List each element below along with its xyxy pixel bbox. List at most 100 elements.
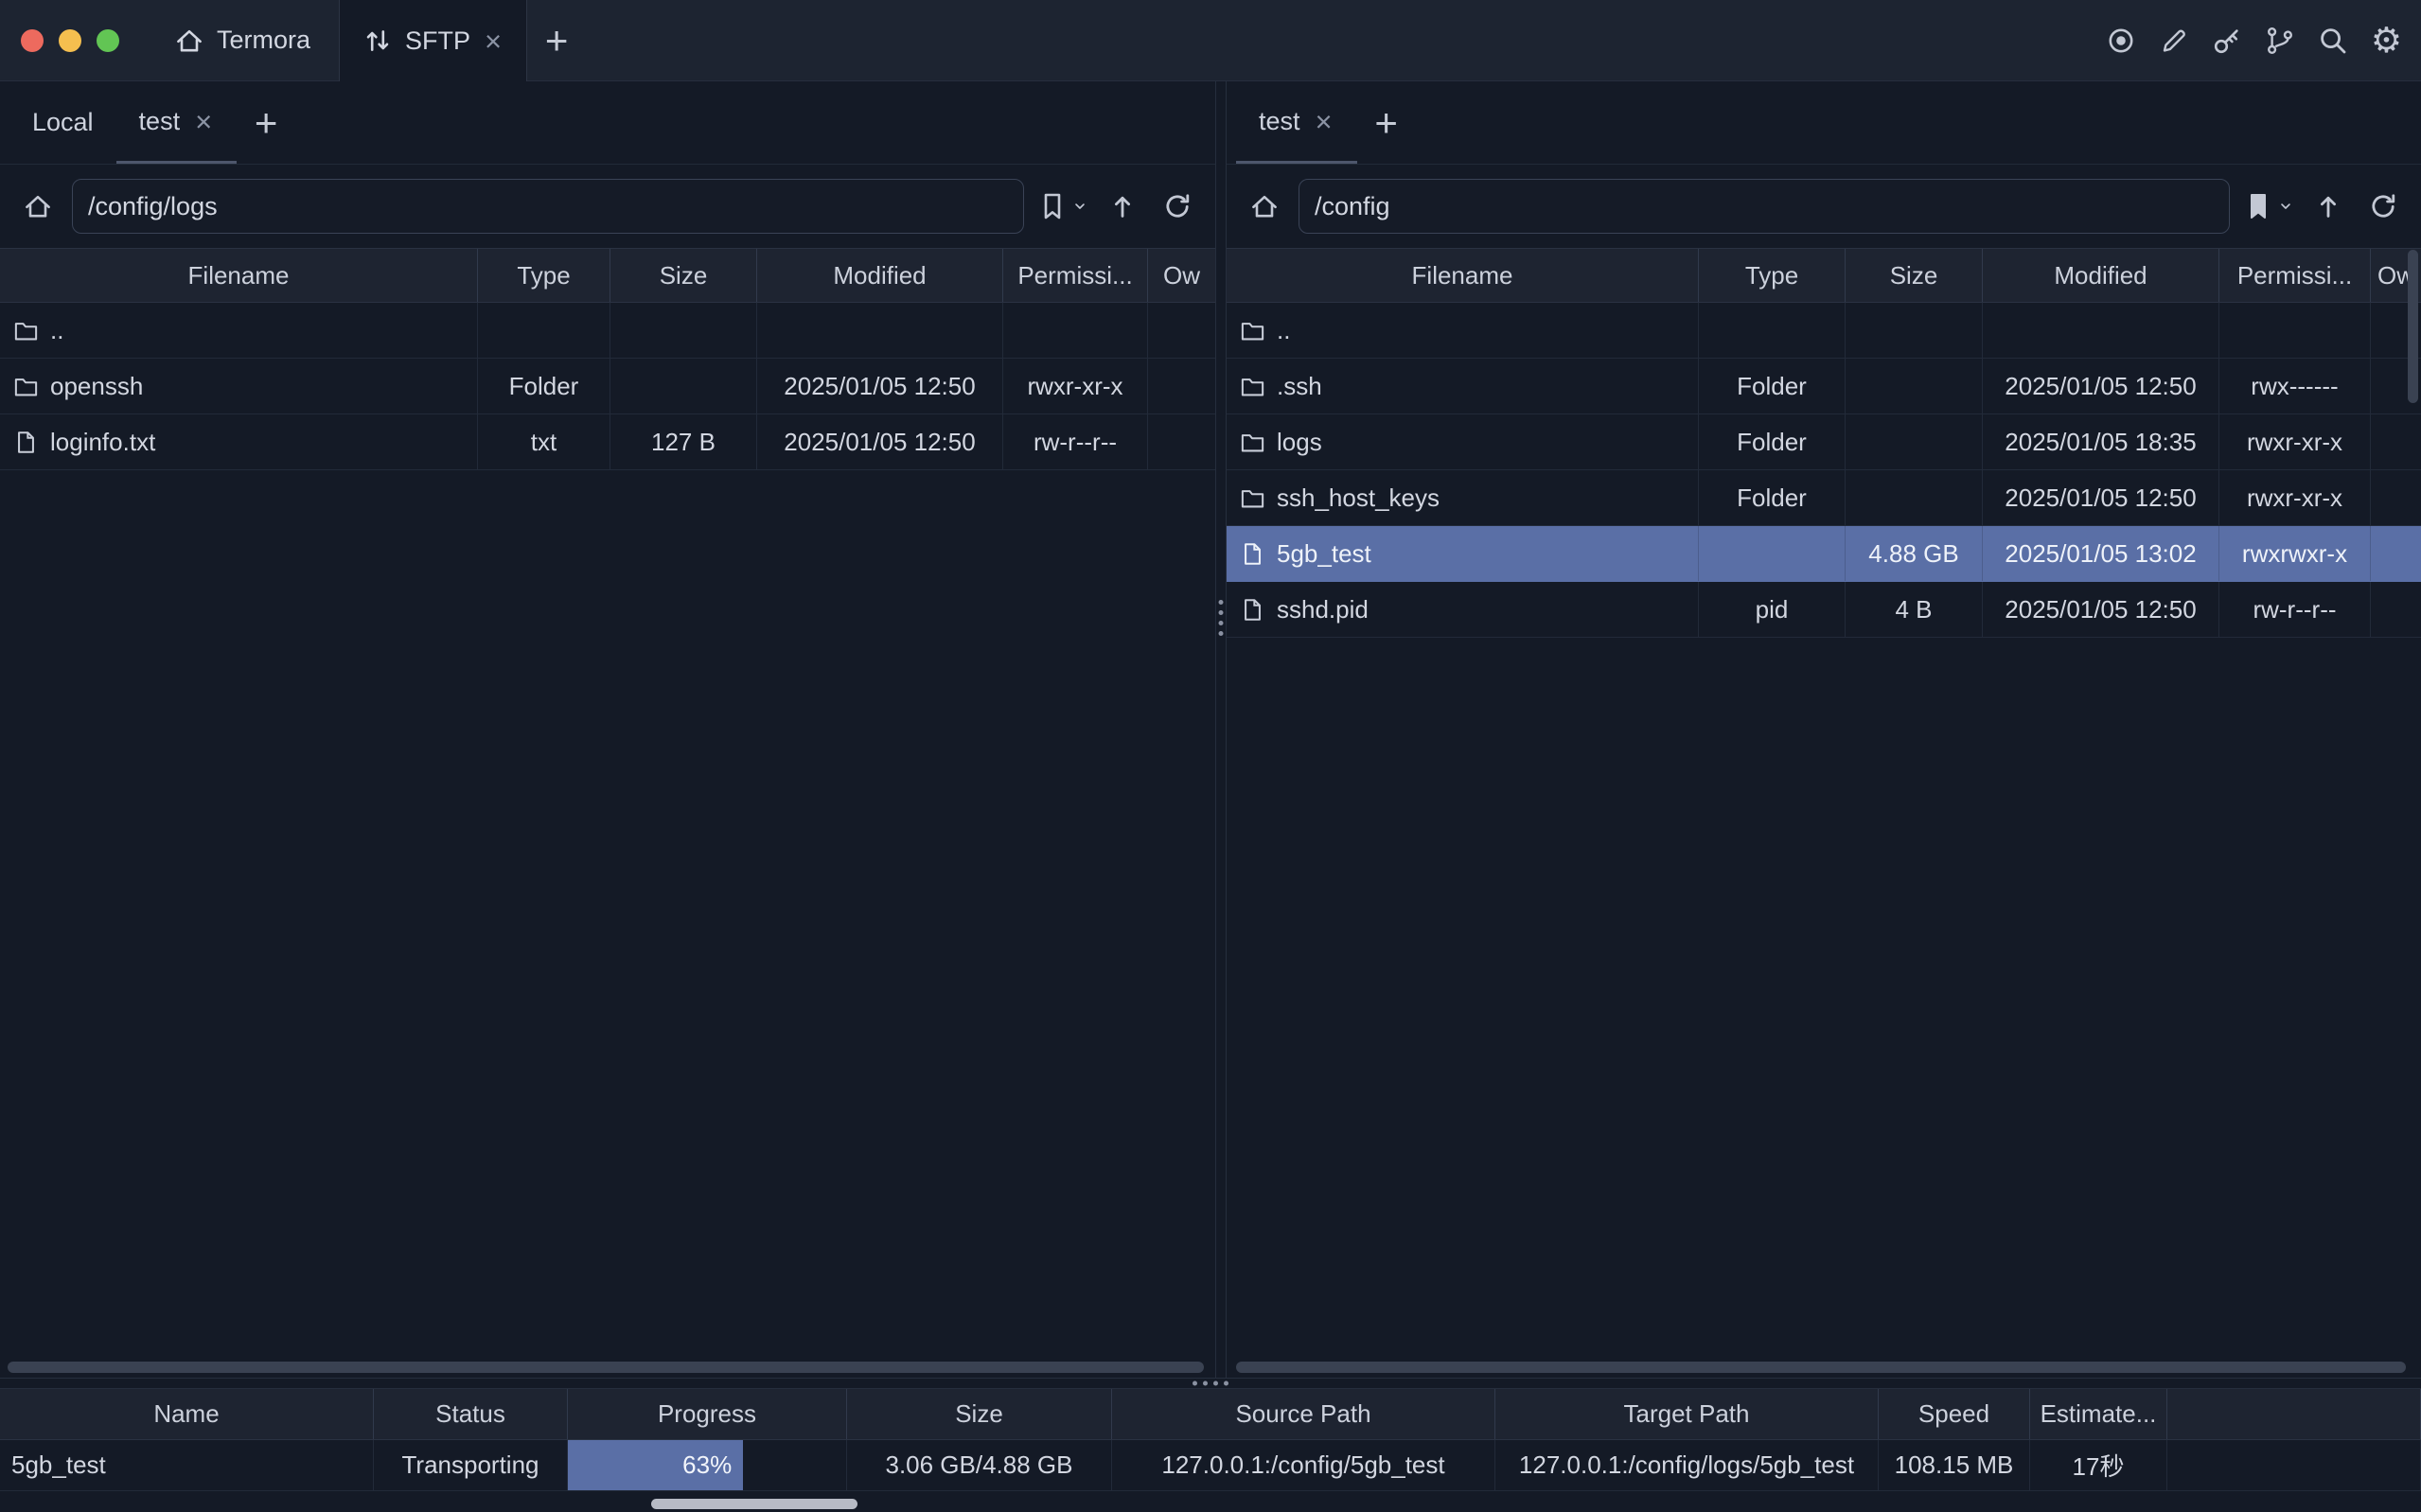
file-type — [478, 303, 610, 358]
file-icon — [1240, 597, 1265, 623]
tab-test-right-close-icon[interactable]: × — [1314, 107, 1334, 136]
edit-icon[interactable] — [2159, 26, 2189, 56]
tab-test-right[interactable]: test × — [1236, 81, 1357, 164]
bookmark-filled-icon[interactable] — [2243, 191, 2273, 221]
panel-divider[interactable] — [1215, 81, 1227, 1378]
file-owner — [2371, 582, 2421, 637]
file-row-loginfo[interactable]: loginfo.txt txt 127 B 2025/01/05 12:50 r… — [0, 414, 1215, 470]
file-row-parent[interactable]: .. — [0, 303, 1215, 359]
tab-termora[interactable]: Termora — [146, 0, 339, 80]
transfer-panel-divider[interactable] — [0, 1378, 2421, 1389]
file-modified: 2025/01/05 13:02 — [1983, 526, 2219, 581]
file-type: txt — [478, 414, 610, 469]
file-row-parent[interactable]: .. — [1227, 303, 2421, 359]
file-size — [610, 359, 757, 413]
chevron-down-icon[interactable] — [1071, 198, 1088, 215]
column-header-filename[interactable]: Filename — [0, 249, 478, 302]
left-path-input[interactable] — [72, 179, 1024, 234]
git-branch-icon[interactable] — [2265, 26, 2295, 56]
file-permissions: rwxrwxr-x — [2219, 526, 2371, 581]
column-header-size[interactable]: Size — [847, 1389, 1112, 1439]
column-header-progress[interactable]: Progress — [568, 1389, 847, 1439]
transfer-name: 5gb_test — [0, 1440, 374, 1490]
file-size: 127 B — [610, 414, 757, 469]
tab-termora-label: Termora — [217, 26, 310, 55]
right-home-button[interactable] — [1244, 185, 1285, 227]
divider-drag-handle[interactable] — [1219, 600, 1224, 636]
arrow-up-icon — [1107, 191, 1138, 221]
file-row-ssh-host-keys[interactable]: ssh_host_keys Folder 2025/01/05 12:50 rw… — [1227, 470, 2421, 526]
right-new-tab-button[interactable]: + — [1357, 81, 1416, 164]
file-row-ssh[interactable]: .ssh Folder 2025/01/05 12:50 rwx------ — [1227, 359, 2421, 414]
tab-sftp-close-icon[interactable]: × — [483, 26, 504, 56]
file-name: loginfo.txt — [50, 428, 155, 457]
key-icon[interactable] — [2212, 26, 2242, 56]
left-refresh-button[interactable] — [1157, 185, 1198, 227]
left-parent-dir-button[interactable] — [1102, 185, 1143, 227]
column-header-modified[interactable]: Modified — [1983, 249, 2219, 302]
left-table-header: Filename Type Size Modified Permissi... … — [0, 248, 1215, 303]
column-header-modified[interactable]: Modified — [757, 249, 1003, 302]
minimize-window-button[interactable] — [59, 29, 81, 52]
file-type: pid — [1699, 582, 1846, 637]
column-header-type[interactable]: Type — [478, 249, 610, 302]
tab-test-left-close-icon[interactable]: × — [193, 107, 214, 136]
right-path-input[interactable] — [1299, 179, 2230, 234]
right-refresh-button[interactable] — [2362, 185, 2404, 227]
tab-sftp[interactable]: SFTP × — [339, 0, 527, 81]
column-header-owner[interactable]: Ow — [1148, 249, 1215, 302]
tab-test-right-label: test — [1259, 107, 1300, 136]
file-row-openssh[interactable]: openssh Folder 2025/01/05 12:50 rwxr-xr-… — [0, 359, 1215, 414]
column-header-name[interactable]: Name — [0, 1389, 374, 1439]
column-header-status[interactable]: Status — [374, 1389, 568, 1439]
column-header-type[interactable]: Type — [1699, 249, 1846, 302]
file-modified: 2025/01/05 12:50 — [1983, 582, 2219, 637]
right-parent-dir-button[interactable] — [2307, 185, 2349, 227]
right-vertical-scrollbar[interactable] — [2408, 250, 2418, 403]
refresh-icon — [2368, 191, 2398, 221]
transfer-source-path: 127.0.0.1:/config/5gb_test — [1112, 1440, 1495, 1490]
column-header-target-path[interactable]: Target Path — [1495, 1389, 1879, 1439]
tab-local[interactable]: Local — [9, 81, 116, 164]
column-header-filename[interactable]: Filename — [1227, 249, 1699, 302]
new-window-tab-button[interactable]: + — [527, 0, 586, 80]
zoom-window-button[interactable] — [97, 29, 119, 52]
bottom-horizontal-scrollbar[interactable] — [651, 1499, 857, 1509]
column-header-speed[interactable]: Speed — [1879, 1389, 2030, 1439]
file-owner — [2371, 526, 2421, 581]
column-header-size[interactable]: Size — [1846, 249, 1983, 302]
file-owner — [2371, 414, 2421, 469]
file-modified: 2025/01/05 12:50 — [1983, 470, 2219, 525]
left-bookmark-group[interactable] — [1037, 191, 1088, 221]
file-size — [610, 303, 757, 358]
file-row-5gb-test-selected[interactable]: 5gb_test 4.88 GB 2025/01/05 13:02 rwxrwx… — [1227, 526, 2421, 582]
transfer-row-5gb-test[interactable]: 5gb_test Transporting 63% 3.06 GB/4.88 G… — [0, 1440, 2421, 1491]
file-permissions: rwx------ — [2219, 359, 2371, 413]
right-horizontal-scrollbar[interactable] — [1236, 1362, 2406, 1373]
column-header-permissions[interactable]: Permissi... — [1003, 249, 1148, 302]
settings-gear-icon[interactable]: ⚙ — [2371, 23, 2402, 58]
bookmark-icon[interactable] — [1037, 191, 1068, 221]
left-new-tab-button[interactable]: + — [237, 81, 295, 164]
file-permissions — [2219, 303, 2371, 358]
column-header-size[interactable]: Size — [610, 249, 757, 302]
chevron-down-icon[interactable] — [2277, 198, 2294, 215]
column-header-permissions[interactable]: Permissi... — [2219, 249, 2371, 302]
file-modified — [1983, 303, 2219, 358]
column-header-source-path[interactable]: Source Path — [1112, 1389, 1495, 1439]
file-row-sshd-pid[interactable]: sshd.pid pid 4 B 2025/01/05 12:50 rw-r--… — [1227, 582, 2421, 638]
left-horizontal-scrollbar[interactable] — [8, 1362, 1204, 1373]
right-bookmark-group[interactable] — [2243, 191, 2294, 221]
file-owner — [1148, 359, 1215, 413]
file-row-logs[interactable]: logs Folder 2025/01/05 18:35 rwxr-xr-x — [1227, 414, 2421, 470]
divider-drag-handle[interactable] — [1193, 1381, 1228, 1386]
column-header-estimate[interactable]: Estimate... — [2030, 1389, 2167, 1439]
close-window-button[interactable] — [21, 29, 44, 52]
file-name: .. — [1277, 316, 1290, 345]
home-icon — [1249, 191, 1280, 221]
left-home-button[interactable] — [17, 185, 59, 227]
tab-test-left[interactable]: test × — [116, 81, 238, 164]
search-icon[interactable] — [2318, 26, 2348, 56]
file-modified: 2025/01/05 12:50 — [757, 414, 1003, 469]
record-icon[interactable] — [2106, 26, 2136, 56]
